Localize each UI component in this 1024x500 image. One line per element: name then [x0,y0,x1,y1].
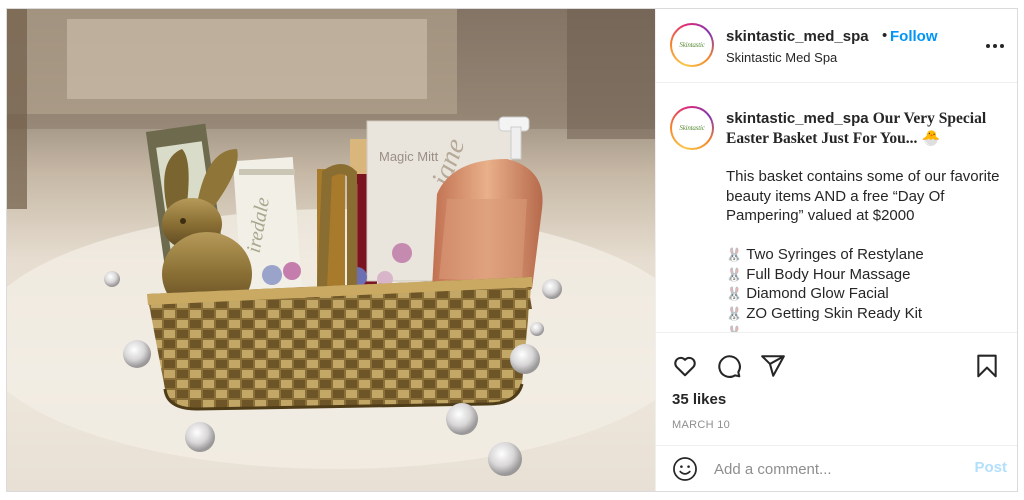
easter-basket-image: iredale Magic Mitt jane [7,9,655,476]
avatar-logo: Skintastic [679,124,705,132]
bunny-icon: 🐰 [726,305,743,321]
actions-section: 35 likes MARCH 10 Post [656,332,1017,491]
emoji-icon[interactable] [672,456,698,487]
comment-input[interactable] [714,458,944,480]
bunny-icon: 🐰 [726,247,743,262]
location-link[interactable]: Skintastic Med Spa [726,50,837,65]
post-comment-button[interactable]: Post [974,459,1007,476]
follow-button[interactable]: Follow [890,28,938,45]
post-header: Skintastic skintastic_med_spa • Follow S… [656,9,1017,83]
bookmark-icon[interactable] [974,353,1000,384]
heart-icon[interactable] [672,353,698,384]
list-item: 🐰 [726,323,1006,332]
chick-emoji-icon: 🐣 [921,129,941,147]
bunny-icon: 🐰 [726,286,743,301]
caption-text: skintastic_med_spa Our Very Special East… [726,109,1006,332]
list-item: 🐰 Full Body Hour Massage [726,265,911,283]
caption-paragraph: This basket contains some of our favorit… [726,168,1000,224]
likes-count[interactable]: 35 likes [672,391,726,408]
comment-bar: Post [656,445,1017,491]
bunny-icon: 🐰 [726,266,743,282]
share-icon[interactable] [760,353,786,384]
caption-list: 🐰 Two Syringes of Restylane 🐰 Full Body Ho… [726,245,1006,332]
post-photo[interactable]: iredale Magic Mitt jane [7,9,655,491]
more-options-icon[interactable] [985,38,1005,54]
username-link[interactable]: skintastic_med_spa [726,28,869,45]
bunny-icon: 🐰 [726,323,742,332]
caption-section: Skintastic skintastic_med_spa Our Very S… [656,84,1017,332]
instagram-post-card: iredale Magic Mitt jane Skintastic skint… [6,8,1018,492]
list-item: 🐰 ZO Getting Skin Ready Kit [726,304,923,322]
magic-mitt-label: Magic Mitt [379,149,439,164]
comment-icon[interactable] [716,353,742,384]
post-date: MARCH 10 [672,419,731,431]
avatar[interactable]: Skintastic [670,23,714,67]
avatar-logo: Skintastic [679,41,705,49]
list-item: 🐰 Two Syringes of Restylane [726,246,924,263]
post-side-panel: Skintastic skintastic_med_spa • Follow S… [655,9,1017,491]
caption-username-link[interactable]: skintastic_med_spa [726,110,869,127]
list-item: 🐰 Diamond Glow Facial [726,285,889,302]
caption-avatar[interactable]: Skintastic [670,106,714,150]
separator-dot: • [882,27,888,44]
